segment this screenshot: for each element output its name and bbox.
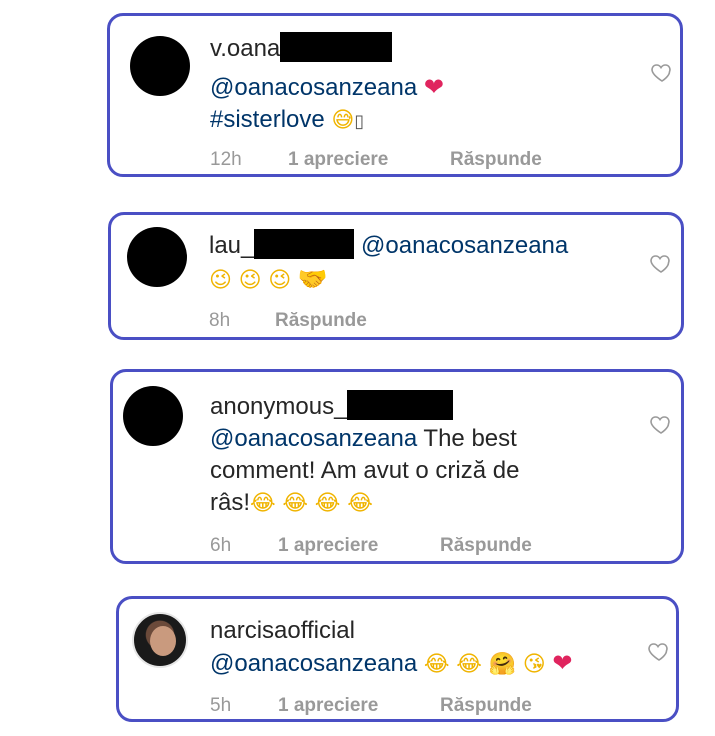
avatar[interactable]	[123, 386, 183, 446]
username[interactable]: anonymous_	[210, 393, 347, 420]
timestamp: 6h	[210, 535, 232, 556]
username[interactable]: narcisaofficial	[210, 617, 355, 644]
kiss-emoji: 😘	[522, 652, 546, 677]
comment-card: narcisaofficial @oanacosanzeana 😂 😂 🤗 😘 …	[116, 596, 679, 722]
comment-line-1: narcisaofficial	[210, 615, 355, 647]
comment-text: comment! Am avut o criză de	[210, 457, 520, 484]
tears-of-joy-emoji: 😂	[250, 491, 276, 516]
mention-link[interactable]: @oanacosanzeana	[210, 650, 417, 677]
wink-emoji: 😉	[209, 268, 232, 293]
redacted-name	[347, 390, 454, 420]
mention-link[interactable]: @oanacosanzeana	[361, 232, 568, 259]
username[interactable]: lau_	[209, 232, 254, 259]
comment-line-1: anonymous_	[210, 390, 454, 423]
comment-line-2: 😉 😉 😉 🤝	[209, 263, 328, 297]
heart-outline-icon[interactable]	[647, 639, 671, 663]
redacted-name	[280, 32, 393, 62]
timestamp: 8h	[209, 310, 231, 331]
comment-line-2: @oanacosanzeana 😂 😂 🤗 😘 ❤	[210, 647, 572, 681]
comment-line-3: comment! Am avut o criză de	[210, 455, 519, 487]
reply-button[interactable]: Răspunde	[450, 149, 542, 171]
redacted-name	[254, 229, 355, 259]
avatar[interactable]	[130, 36, 190, 96]
likes-count[interactable]: 1 apreciere	[288, 149, 450, 171]
comment-card: v.oana @oanacosanzeana ❤ #sisterlove 😅▯ …	[107, 13, 683, 177]
timestamp: 12h	[210, 149, 242, 170]
comment-card: lau_ @oanacosanzeana 😉 😉 😉 🤝 8h Răspunde	[108, 212, 684, 340]
likes-count[interactable]: 1 apreciere	[278, 535, 440, 557]
comment-card: anonymous_ @oanacosanzeana The best comm…	[110, 369, 684, 564]
timestamp: 5h	[210, 695, 232, 716]
comment-meta: 12h 1 apreciere Răspunde	[210, 149, 542, 171]
comment-text: râs!	[210, 489, 251, 516]
heart-outline-icon[interactable]	[650, 60, 674, 84]
wink-emoji: 😉	[238, 268, 262, 293]
hugging-emoji: 🤗	[488, 652, 517, 677]
grinning-sweat-emoji: 😅	[331, 108, 355, 133]
avatar[interactable]	[132, 612, 188, 668]
comment-meta: 5h 1 apreciere Răspunde	[210, 695, 532, 717]
comment-line-2: @oanacosanzeana ❤	[210, 71, 444, 104]
hashtag-link[interactable]: #sisterlove	[210, 106, 325, 133]
avatar[interactable]	[127, 227, 187, 287]
reply-button[interactable]: Răspunde	[440, 535, 532, 557]
comment-line-2: @oanacosanzeana The best	[210, 423, 517, 455]
mention-link[interactable]: @oanacosanzeana	[210, 425, 417, 452]
heart-outline-icon[interactable]	[649, 251, 673, 275]
wink-emoji: 😉	[268, 268, 292, 293]
red-heart-icon: ❤	[423, 73, 444, 101]
comment-meta: 8h Răspunde	[209, 310, 367, 332]
tears-of-joy-emoji: 😂	[423, 652, 450, 677]
red-heart-icon: ❤	[552, 649, 573, 677]
missing-glyph-icon: ▯	[354, 111, 365, 131]
heart-outline-icon[interactable]	[649, 412, 673, 436]
comment-line-4: râs!😂 😂 😂 😂	[210, 487, 373, 520]
comment-text: The best	[417, 425, 517, 452]
username[interactable]: v.oana	[210, 35, 280, 62]
clap-emoji: 🤝	[297, 265, 328, 293]
reply-button[interactable]: Răspunde	[275, 310, 367, 332]
comment-line-1: v.oana	[210, 32, 393, 65]
tears-of-joy-emoji: 😂	[456, 652, 482, 677]
tears-of-joy-emoji: 😂	[347, 491, 373, 516]
mention-link[interactable]: @oanacosanzeana	[210, 74, 417, 101]
likes-count[interactable]: 1 apreciere	[278, 695, 440, 717]
tears-of-joy-emoji: 😂	[282, 491, 309, 516]
tears-of-joy-emoji: 😂	[314, 491, 341, 516]
reply-button[interactable]: Răspunde	[440, 695, 532, 717]
comment-meta: 6h 1 apreciere Răspunde	[210, 535, 532, 557]
comment-line-3: #sisterlove 😅▯	[210, 104, 364, 137]
comment-line-1: lau_ @oanacosanzeana	[209, 229, 568, 262]
